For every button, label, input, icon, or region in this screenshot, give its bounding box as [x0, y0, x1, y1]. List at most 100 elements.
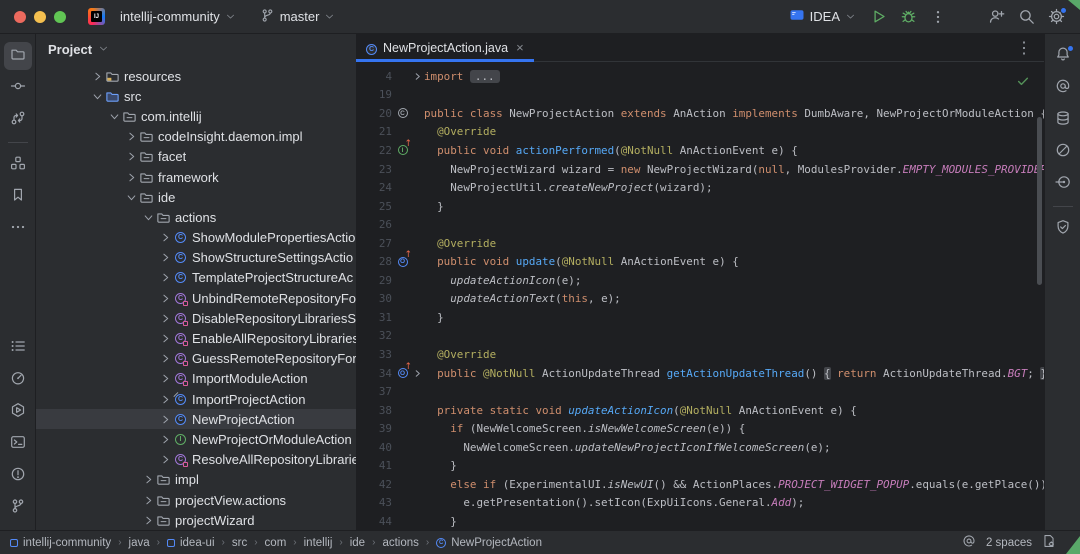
line-number[interactable]: 24 [356, 181, 392, 194]
tree-item-actions[interactable]: actions [36, 207, 356, 227]
code-line-33[interactable]: 33 @Override [356, 345, 1044, 364]
indent-info[interactable]: 2 spaces [986, 537, 1032, 549]
tree-item-TemplateProjectStructureAc[interactable]: CTemplateProjectStructureAc [36, 268, 356, 288]
run-button[interactable] [864, 4, 892, 30]
code-line-26[interactable]: 26 [356, 215, 1044, 234]
code-line-38[interactable]: 38 private static void updateActionIcon(… [356, 401, 1044, 420]
code-line-20[interactable]: 20 Cpublic class NewProjectAction extends… [356, 104, 1044, 123]
line-number[interactable]: 26 [356, 218, 392, 231]
code-line-43[interactable]: 43 e.getPresentation().setIcon(ExpUiIcon… [356, 494, 1044, 513]
code-line-25[interactable]: 25 } [356, 197, 1044, 216]
tree-chevron-icon[interactable] [141, 515, 155, 526]
tree-chevron-icon[interactable] [158, 333, 172, 344]
line-number[interactable]: 20 [356, 107, 392, 120]
line-number[interactable]: 21 [356, 125, 392, 138]
tree-item-codeInsight.daemon.impl[interactable]: codeInsight.daemon.impl [36, 127, 356, 147]
tree-chevron-icon[interactable] [90, 91, 104, 102]
code-text[interactable]: if (NewWelcomeScreen.isNewWelcomeScreen(… [424, 422, 745, 435]
tree-item-ImportProjectAction[interactable]: CImportProjectAction [36, 389, 356, 409]
tool-services[interactable] [4, 398, 32, 426]
minimize-window-button[interactable] [34, 11, 46, 23]
editor-scrollbar[interactable] [1037, 117, 1042, 285]
tool-project[interactable] [4, 42, 32, 70]
breadcrumb-item-intellij-community[interactable]: intellij-community [10, 537, 111, 549]
line-number[interactable]: 34 [356, 367, 392, 380]
tree-chevron-icon[interactable] [158, 353, 172, 364]
code-line-23[interactable]: 23 NewProjectWizard wizard = new NewProj… [356, 160, 1044, 179]
code-line-40[interactable]: 40 NewWelcomeScreen.updateNewProjectIcon… [356, 438, 1044, 457]
code-line-30[interactable]: 30 updateActionText(this, e); [356, 290, 1044, 309]
code-line-4[interactable]: 4 import ... [356, 67, 1044, 86]
code-text[interactable]: } [424, 459, 457, 472]
overrides-method-gutter-icon[interactable]: O↑ [396, 367, 409, 380]
tool-terminal[interactable] [4, 430, 32, 458]
close-tab-icon[interactable]: × [516, 40, 524, 55]
tree-chevron-icon[interactable] [158, 252, 172, 263]
tree-item-resources[interactable]: resources [36, 66, 356, 86]
tree-item-EnableAllRepositoryLibraries[interactable]: CEnableAllRepositoryLibraries [36, 328, 356, 348]
code-text[interactable]: NewProjectUtil.createNewProject(wizard); [424, 181, 713, 194]
code-editor[interactable]: 4 import ... 19 20 Cpublic class NewProjectA… [356, 62, 1044, 530]
tool-todo[interactable] [4, 334, 32, 362]
settings-button[interactable] [1042, 4, 1070, 30]
tree-item-DisableRepositoryLibrariesSh[interactable]: CDisableRepositoryLibrariesSh [36, 308, 356, 328]
code-line-34[interactable]: 34O↑ public @NotNull ActionUpdateThread … [356, 364, 1044, 383]
tree-chevron-icon[interactable] [158, 394, 172, 405]
code-text[interactable]: private static void updateActionIcon(@No… [424, 404, 857, 417]
editor-options-kebab[interactable]: ⋮ [1004, 38, 1044, 58]
tree-chevron-icon[interactable] [158, 313, 172, 324]
code-line-19[interactable]: 19 [356, 86, 1044, 105]
tree-item-src[interactable]: src [36, 86, 356, 106]
code-text[interactable]: updateActionText(this, e); [424, 292, 621, 305]
breadcrumb-item-idea-ui[interactable]: idea-ui [167, 537, 215, 549]
code-text[interactable]: public class NewProjectAction extends An… [424, 107, 1044, 120]
tree-item-UnbindRemoteRepositoryFor[interactable]: CUnbindRemoteRepositoryFor [36, 288, 356, 308]
code-with-me-button[interactable] [982, 4, 1010, 30]
code-text[interactable]: else if (ExperimentalUI.isNewUI() && Act… [424, 478, 1044, 491]
class-gutter-icon[interactable]: C [396, 107, 409, 120]
line-number[interactable]: 31 [356, 311, 392, 324]
code-line-42[interactable]: 42 else if (ExperimentalUI.isNewUI() && … [356, 475, 1044, 494]
breadcrumb-item-actions[interactable]: actions [382, 537, 418, 549]
code-text[interactable]: @Override [424, 237, 496, 250]
tool-structure[interactable] [4, 151, 32, 179]
line-number[interactable]: 42 [356, 478, 392, 491]
tool-version-control[interactable] [4, 494, 32, 522]
line-number[interactable]: 30 [356, 292, 392, 305]
file-settings-icon[interactable] [1042, 534, 1056, 551]
code-line-28[interactable]: 28O↑ public void update(@NotNull AnActio… [356, 252, 1044, 271]
line-number[interactable]: 44 [356, 515, 392, 528]
tree-chevron-icon[interactable] [90, 71, 104, 82]
tool-pull-requests[interactable] [4, 106, 32, 134]
more-actions-kebab[interactable] [924, 4, 952, 30]
line-number[interactable]: 4 [356, 70, 392, 83]
code-text[interactable]: } [424, 311, 444, 324]
line-number[interactable]: 32 [356, 329, 392, 342]
tree-item-NewProjectAction[interactable]: CNewProjectAction [36, 409, 356, 429]
tool-problems[interactable] [4, 462, 32, 490]
code-text[interactable]: import ... [424, 70, 500, 83]
breadcrumb-item-ide[interactable]: ide [350, 537, 365, 549]
code-text[interactable]: } [424, 515, 457, 528]
code-text[interactable]: updateActionIcon(e); [424, 274, 581, 287]
tool-profiler[interactable] [4, 366, 32, 394]
inspections-ok-icon[interactable] [1016, 74, 1030, 91]
code-line-24[interactable]: 24 NewProjectUtil.createNewProject(wizar… [356, 178, 1044, 197]
fold-chevron-icon[interactable] [411, 72, 424, 81]
tree-chevron-icon[interactable] [158, 434, 172, 445]
implements-method-gutter-icon[interactable]: I↑ [396, 144, 409, 157]
code-text[interactable]: NewProjectWizard wizard = new NewProject… [424, 163, 1044, 176]
breadcrumb-item-NewProjectAction[interactable]: CNewProjectAction [436, 537, 542, 549]
tree-chevron-icon[interactable] [141, 474, 155, 485]
code-text[interactable]: e.getPresentation().setIcon(ExpUiIcons.G… [424, 496, 804, 509]
code-text[interactable]: } [424, 200, 444, 213]
project-panel-header[interactable]: Project [36, 34, 356, 64]
code-text[interactable]: @Override [424, 348, 496, 361]
tree-chevron-icon[interactable] [158, 414, 172, 425]
line-number[interactable]: 40 [356, 441, 392, 454]
tool-ai-assistant[interactable] [1049, 74, 1077, 102]
tool-no-access[interactable] [1049, 138, 1077, 166]
tree-chevron-icon[interactable] [141, 212, 155, 223]
tree-item-ide[interactable]: ide [36, 187, 356, 207]
tree-chevron-icon[interactable] [158, 232, 172, 243]
